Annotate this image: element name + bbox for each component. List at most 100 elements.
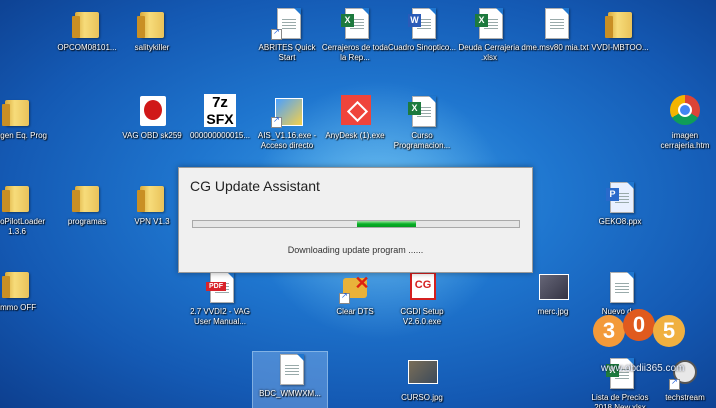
icon-label: AnyDesk (1).exe: [325, 131, 385, 140]
icon-label: programas: [67, 217, 107, 226]
chrome-icon: [669, 94, 701, 128]
word-icon: W: [406, 6, 438, 40]
watermark-digit: 5: [653, 315, 685, 347]
desktop-icon-demopilot[interactable]: emoPilotLoader 1.3.6: [0, 180, 54, 237]
app-icon: [271, 6, 303, 40]
anydesk-icon: [339, 94, 371, 128]
sfx-glyph: SFX: [204, 111, 236, 127]
icon-label: ABRITES Quick Start: [258, 43, 316, 62]
desktop-icon-imagen-eq[interactable]: Imagen Eq. Prog: [0, 94, 54, 141]
icon-label: 000000000015...: [189, 131, 251, 140]
desktop-icon-clear-dts[interactable]: ✕ Clear DTS: [318, 270, 392, 317]
desktop-icon-opcom[interactable]: OPCOM08101...: [50, 6, 124, 53]
icon-label: emoPilotLoader 1.3.6: [0, 217, 46, 236]
desktop-icon-cgdi-setup[interactable]: CG CGDI Setup V2.6.0.exe: [385, 270, 459, 327]
folder-icon: [604, 6, 636, 40]
cg-glyph: CG: [414, 279, 432, 291]
desktop-icon-programas[interactable]: programas: [50, 180, 124, 227]
icon-label: Deuda Cerrajeria .xlsx: [458, 43, 520, 62]
desktop-icon-vvdi-mbtool[interactable]: VVDI-MBTOO...: [583, 6, 657, 53]
text-file-icon: [539, 6, 571, 40]
excel-icon: X: [406, 94, 438, 128]
icon-label: Immo OFF: [0, 303, 37, 312]
icon-label: AIS_V1.16.exe - Acceso directo: [257, 131, 317, 150]
dialog-title: CG Update Assistant: [190, 178, 320, 194]
app-icon: [136, 94, 168, 128]
desktop-icon-7z-sfx[interactable]: 7z SFX 000000000015...: [183, 94, 257, 141]
folder-icon: [1, 180, 33, 214]
cg-icon: CG: [406, 270, 438, 304]
icon-label: salitykiller: [134, 43, 170, 52]
watermark-digit: 0: [623, 309, 655, 341]
desktop-icon-curso-programacion[interactable]: X Curso Programacion...: [385, 94, 459, 151]
icon-label: Imagen Eq. Prog: [0, 131, 48, 140]
desktop-icon-geko8[interactable]: P GEKO8.ppx: [583, 180, 657, 227]
desktop-icon-vag-obd[interactable]: VAG OBD sk259: [115, 94, 189, 141]
folder-icon: [1, 94, 33, 128]
folder-icon: [136, 6, 168, 40]
desktop-icon-bdc[interactable]: BDC_WMWXM...: [252, 351, 328, 408]
icon-label: 2.7 VVDI2 - VAG User Manual...: [190, 307, 250, 326]
dialog-status-text: Downloading update program ......: [287, 245, 424, 255]
desktop-icon-curso-jpg[interactable]: CURSO.jpg: [385, 356, 459, 403]
desktop-icon-merc[interactable]: merc.jpg: [516, 270, 590, 317]
desktop-icon-salitykiller[interactable]: salitykiller: [115, 6, 189, 53]
cg-update-assistant-dialog: CG Update Assistant Downloading update p…: [178, 167, 533, 273]
excel-badge: X: [475, 14, 488, 27]
icon-label: Clear DTS: [336, 307, 374, 316]
watermark-url: www.obdii365.com: [601, 363, 685, 374]
shortcut-arrow-icon: [339, 291, 350, 304]
powerpoint-icon: P: [604, 180, 636, 214]
icon-label: Curso Programacion...: [393, 131, 451, 150]
desktop-icon-deuda[interactable]: X Deuda Cerrajeria .xlsx: [452, 6, 526, 63]
icon-label: Cerrajeros de toda la Rep...: [321, 43, 389, 62]
icon-label: Lista de Precios 2018 New.xlsx: [591, 393, 649, 408]
folder-icon: [136, 180, 168, 214]
desktop-icon-cerrajeros[interactable]: X Cerrajeros de toda la Rep...: [318, 6, 392, 63]
icon-label: imagen cerrajeria.htm: [660, 131, 710, 150]
icon-label: CURSO.jpg: [401, 393, 443, 402]
excel-icon: X: [339, 6, 371, 40]
shortcut-arrow-icon: [271, 115, 282, 128]
powerpoint-badge: P: [606, 188, 619, 201]
desktop: OPCOM08101... salitykiller ABRITES Quick…: [0, 0, 716, 408]
installer-icon: [271, 94, 303, 128]
watermark-logo: 3 0 5 www.obdii365.com: [593, 305, 703, 395]
tool-icon: ✕: [339, 270, 371, 304]
image-icon: [537, 270, 569, 304]
icon-label: VAG OBD sk259: [122, 131, 182, 140]
icon-label: merc.jpg: [537, 307, 569, 316]
excel-badge: X: [341, 14, 354, 27]
desktop-icon-anydesk[interactable]: AnyDesk (1).exe: [318, 94, 392, 141]
pdf-badge: PDF: [206, 282, 226, 291]
icon-label: BDC_WMWXM...: [259, 389, 321, 398]
folder-icon: [1, 266, 33, 300]
desktop-icon-immo-off[interactable]: Immo OFF: [0, 266, 54, 313]
icon-label: VVDI-MBTOO...: [591, 43, 649, 52]
folder-icon: [71, 180, 103, 214]
excel-icon: X: [473, 6, 505, 40]
desktop-icon-cuadro[interactable]: W Cuadro Sinoptico...: [385, 6, 459, 53]
text-file-icon: [274, 352, 306, 386]
excel-badge: X: [408, 102, 421, 115]
sevenzip-icon: 7z SFX: [204, 94, 236, 128]
desktop-icon-imagen-cerrajeria[interactable]: imagen cerrajeria.htm: [648, 94, 716, 151]
icon-label: dme.msv80 mia.txt: [521, 43, 589, 52]
icon-label: OPCOM08101...: [57, 43, 117, 52]
7z-glyph: 7z: [204, 94, 236, 111]
desktop-icon-ais[interactable]: AIS_V1.16.exe - Acceso directo: [250, 94, 324, 151]
text-file-icon: [604, 270, 636, 304]
icon-label: GEKO8.ppx: [598, 217, 642, 226]
desktop-icon-dme[interactable]: dme.msv80 mia.txt: [518, 6, 592, 53]
icon-label: CGDI Setup V2.6.0.exe: [400, 307, 444, 326]
folder-icon: [71, 6, 103, 40]
desktop-icon-abrites[interactable]: ABRITES Quick Start: [250, 6, 324, 63]
image-icon: [406, 356, 438, 390]
watermark-digit: 3: [593, 315, 625, 347]
pdf-icon: PDF: [204, 270, 236, 304]
word-badge: W: [408, 14, 421, 27]
icon-label: Cuadro Sinoptico...: [387, 43, 457, 52]
download-progress-bar: [192, 220, 520, 228]
progress-fill: [357, 221, 416, 227]
desktop-icon-vvdi2-manual[interactable]: PDF 2.7 VVDI2 - VAG User Manual...: [183, 270, 257, 327]
